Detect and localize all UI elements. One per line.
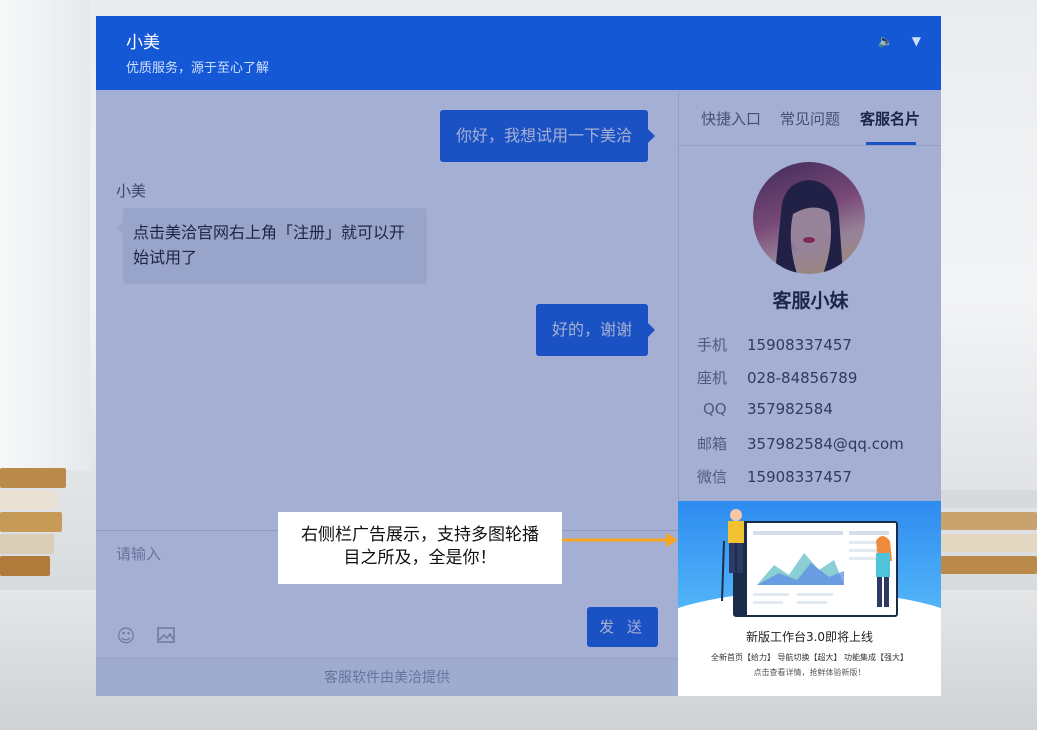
info-value[interactable]: 357982584@qq.com [747,435,904,453]
callout-line-1: 右侧栏广告展示，支持多图轮播 [301,525,539,545]
ad-people-illustration [721,509,892,607]
callout-line-2: 目之所及，全是你！ [343,548,497,568]
message-input[interactable]: 请输入 [116,543,161,564]
info-value: 028-84856789 [747,369,858,387]
tab-faq[interactable]: 常见问题 [780,108,840,129]
ad-title: 新版工作台3.0即将上线 [745,630,874,644]
background-books-left [0,460,68,590]
info-row-landline: 座机 028-84856789 [697,367,857,388]
ad-note: 点击查看详情，抢鲜体验新版！ [753,668,866,677]
agent-card-name: 客服小妹 [772,290,849,312]
header-slogan: 优质服务，源于至心了解 [126,61,270,76]
chat-header: 小美 优质服务，源于至心了解 🔈 ▼ [96,16,941,90]
message-list: 你好，我想试用一下美洽 小美 点击美洽官网右上角「注册」就可以开始试用了 好的，… [96,90,678,530]
message-outgoing: 好的，谢谢 [535,304,656,356]
tab-agent-card[interactable]: 客服名片 [860,108,920,129]
info-label: 座机 [697,369,728,387]
image-icon[interactable] [156,627,176,647]
info-label: QQ [703,400,727,418]
annotation-callout: 右侧栏广告展示，支持多图轮播 目之所及，全是你！ [278,512,562,584]
emoji-icon[interactable]: ☺ [116,627,136,647]
info-value: 15908337457 [747,336,852,354]
avatar [753,162,865,274]
info-value: 357982584 [747,400,833,418]
message-sender: 小美 [116,182,147,200]
sidebar-tabs: 快捷入口 常见问题 客服名片 [679,90,942,146]
info-row-wechat: 微信 15908337457 [697,466,852,487]
sidebar: 快捷入口 常见问题 客服名片 客服小妹 手机 15908337457 座机 028-… [678,90,942,500]
message-outgoing: 你好，我想试用一下美洽 [439,110,656,162]
info-label: 邮箱 [697,435,728,453]
callout-arrow-icon [562,533,678,547]
info-row-email: 邮箱 357982584@qq.com [697,433,904,454]
message-incoming: 点击美洽官网右上角「注册」就可以开始试用了 [117,208,427,284]
tab-active-indicator [866,142,916,145]
tab-shortcuts[interactable]: 快捷入口 [701,108,761,129]
background-window [0,0,90,470]
chevron-down-icon[interactable]: ▼ [912,34,921,48]
info-label: 手机 [697,336,728,354]
sidebar-ad-banner[interactable]: 新版工作台3.0即将上线 全新首页【给力】 导航切换【超大】 功能集成【强大】 … [678,501,941,696]
background-books-right [940,480,1037,600]
info-value: 15908337457 [747,468,852,486]
agent-name: 小美 [126,33,160,53]
ad-subtitle: 全新首页【给力】 导航切换【超大】 功能集成【强大】 [710,653,909,662]
info-label: 微信 [697,468,728,486]
info-row-mobile: 手机 15908337457 [697,334,852,355]
info-row-qq: QQ 357982584 [697,400,833,418]
powered-by-footer: 客服软件由美洽提供 [96,658,678,696]
speaker-icon[interactable]: 🔈 [878,34,893,48]
send-button[interactable]: 发 送 [587,607,658,647]
